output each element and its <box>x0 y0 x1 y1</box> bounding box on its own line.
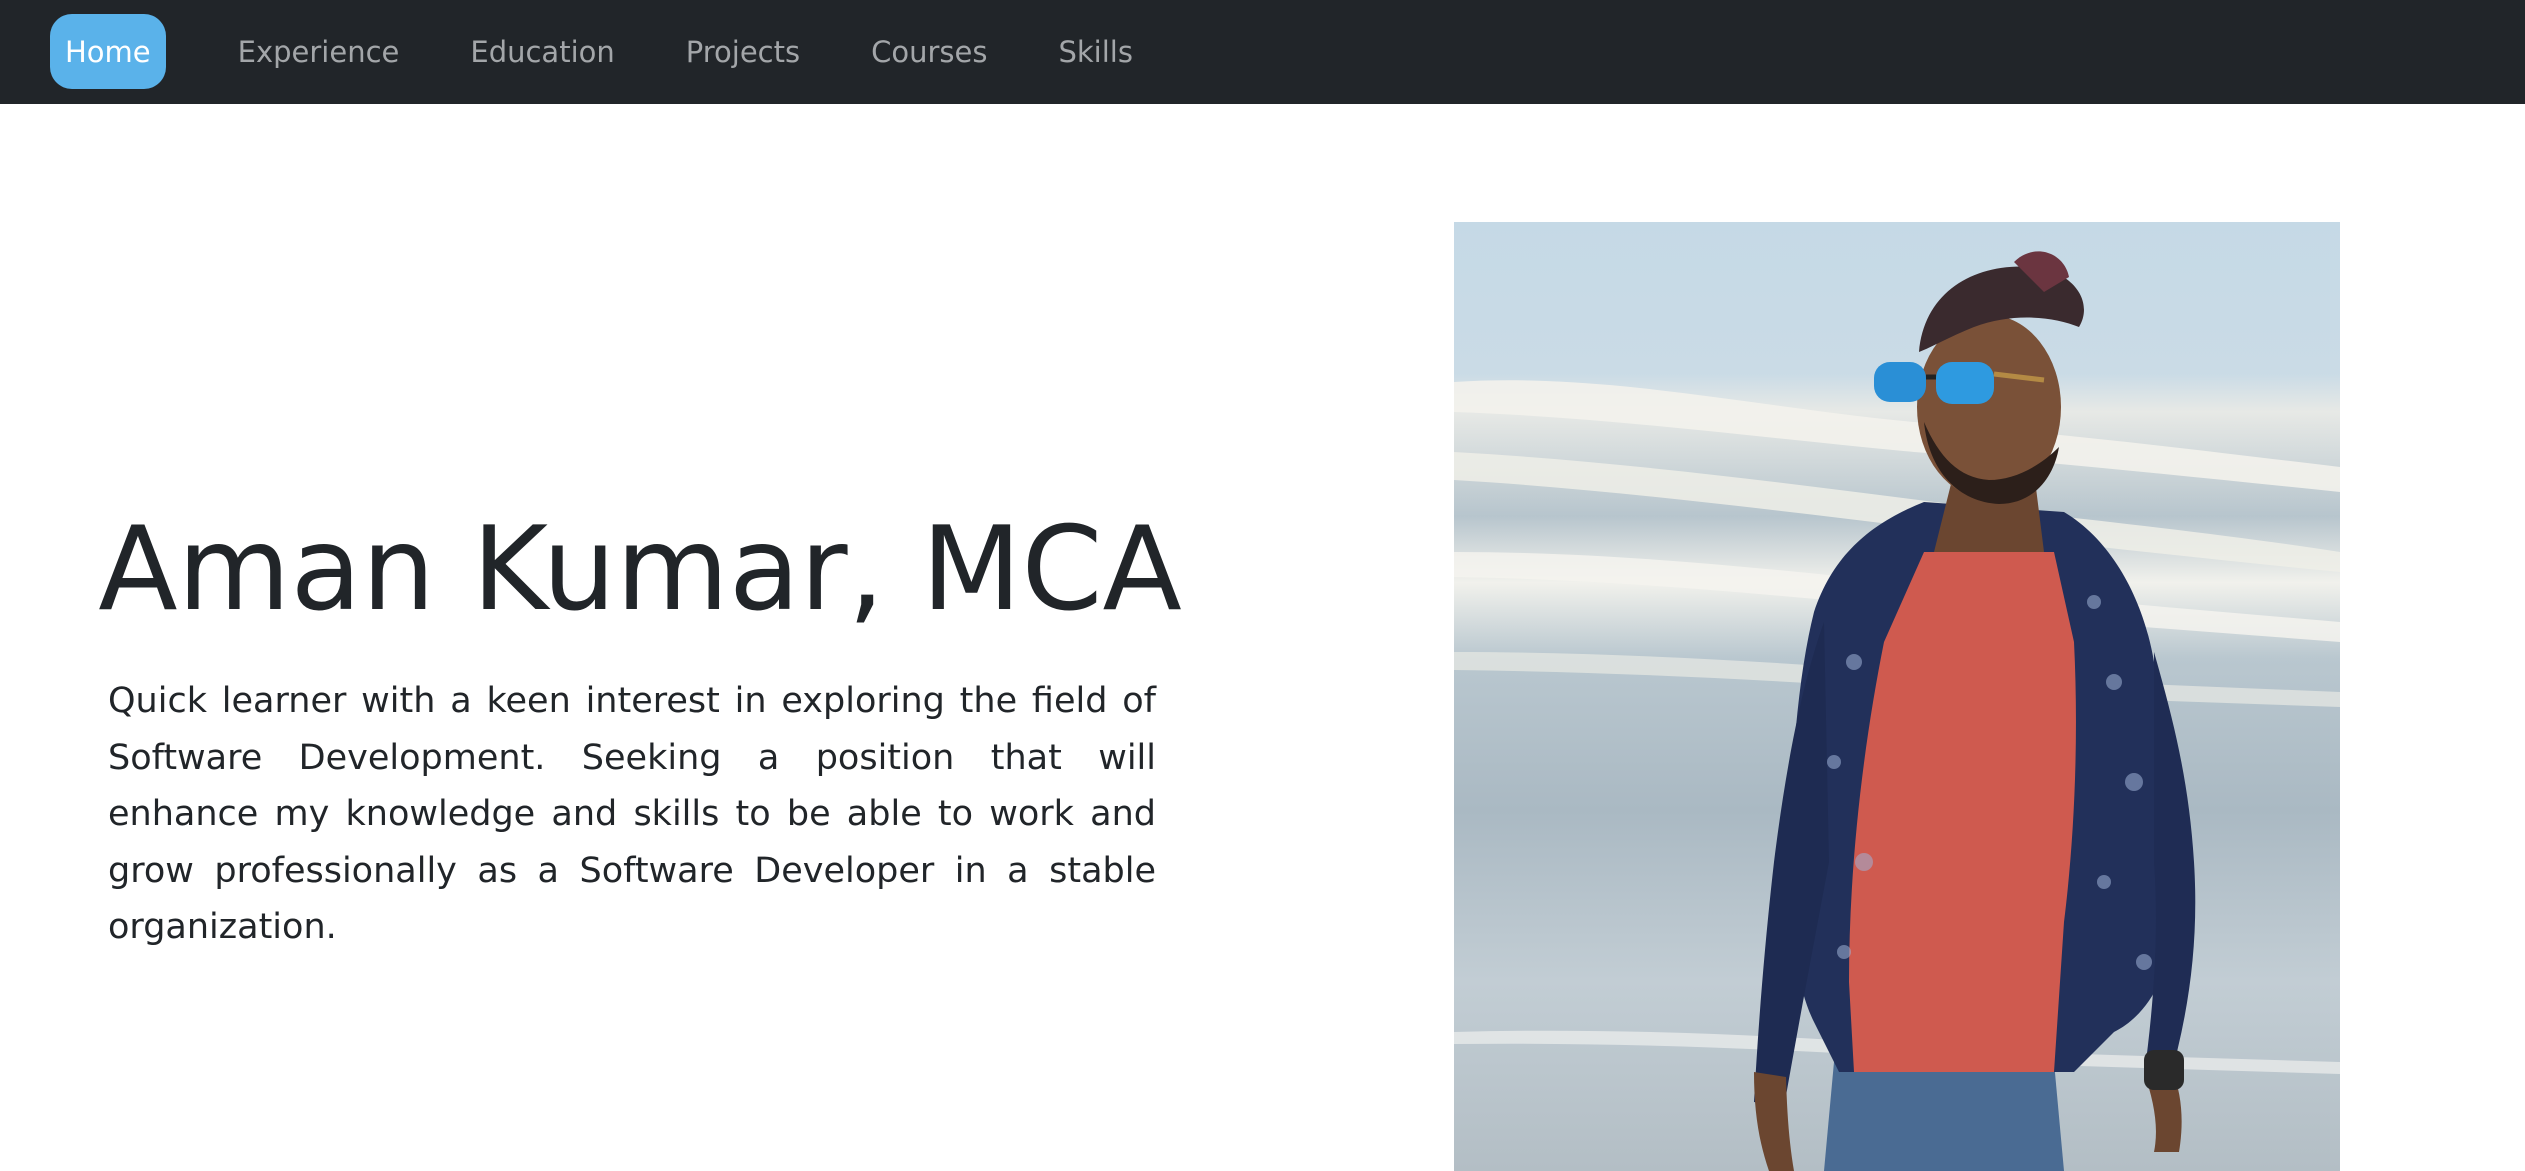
nav-item-courses[interactable]: Courses <box>856 14 1002 89</box>
profile-summary: Quick learner with a keen interest in ex… <box>108 681 1156 947</box>
nav-item-education[interactable]: Education <box>455 14 629 89</box>
nav-item-skills[interactable]: Skills <box>1043 14 1147 89</box>
nav-item-projects[interactable]: Projects <box>671 14 815 89</box>
top-navbar: Home Experience Education Projects Cours… <box>0 0 2525 104</box>
profile-name-heading: Aman Kumar, MCA <box>98 502 1182 637</box>
profile-photo <box>1454 222 2340 1171</box>
profile-photo-illustration <box>1454 251 2340 1171</box>
nav-list: Home Experience Education Projects Cours… <box>50 14 1189 89</box>
nav-item-home[interactable]: Home <box>50 14 166 89</box>
nav-item-experience[interactable]: Experience <box>223 14 415 89</box>
